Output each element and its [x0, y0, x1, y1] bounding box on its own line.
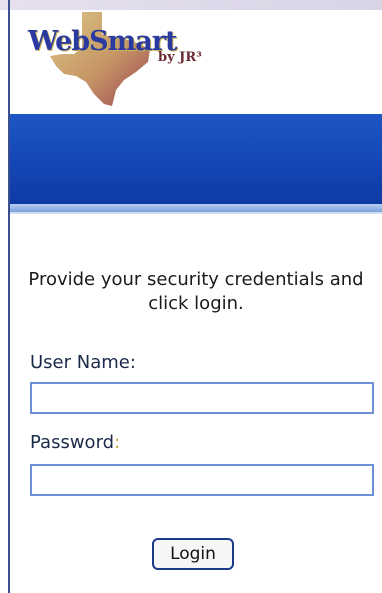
password-label: Password — [30, 432, 115, 453]
logo-wordmark: WebSmart — [28, 26, 177, 57]
logo: WebSmart by JR³ — [10, 10, 382, 114]
login-page: WebSmart by JR³ Provide your security cr… — [0, 0, 382, 593]
top-strip — [0, 0, 382, 10]
password-label-colon: : — [114, 432, 121, 453]
header-band-edge — [10, 204, 382, 212]
username-label: User Name: — [30, 352, 136, 373]
username-input[interactable] — [30, 382, 374, 414]
login-instructions: Provide your security credentials and cl… — [28, 269, 364, 314]
login-button[interactable]: Login — [152, 538, 234, 570]
password-label-group: Password: — [30, 432, 120, 453]
password-input[interactable] — [30, 464, 374, 496]
logo-byline: by JR³ — [158, 50, 202, 65]
header-divider — [10, 212, 382, 214]
header-band — [10, 114, 382, 204]
